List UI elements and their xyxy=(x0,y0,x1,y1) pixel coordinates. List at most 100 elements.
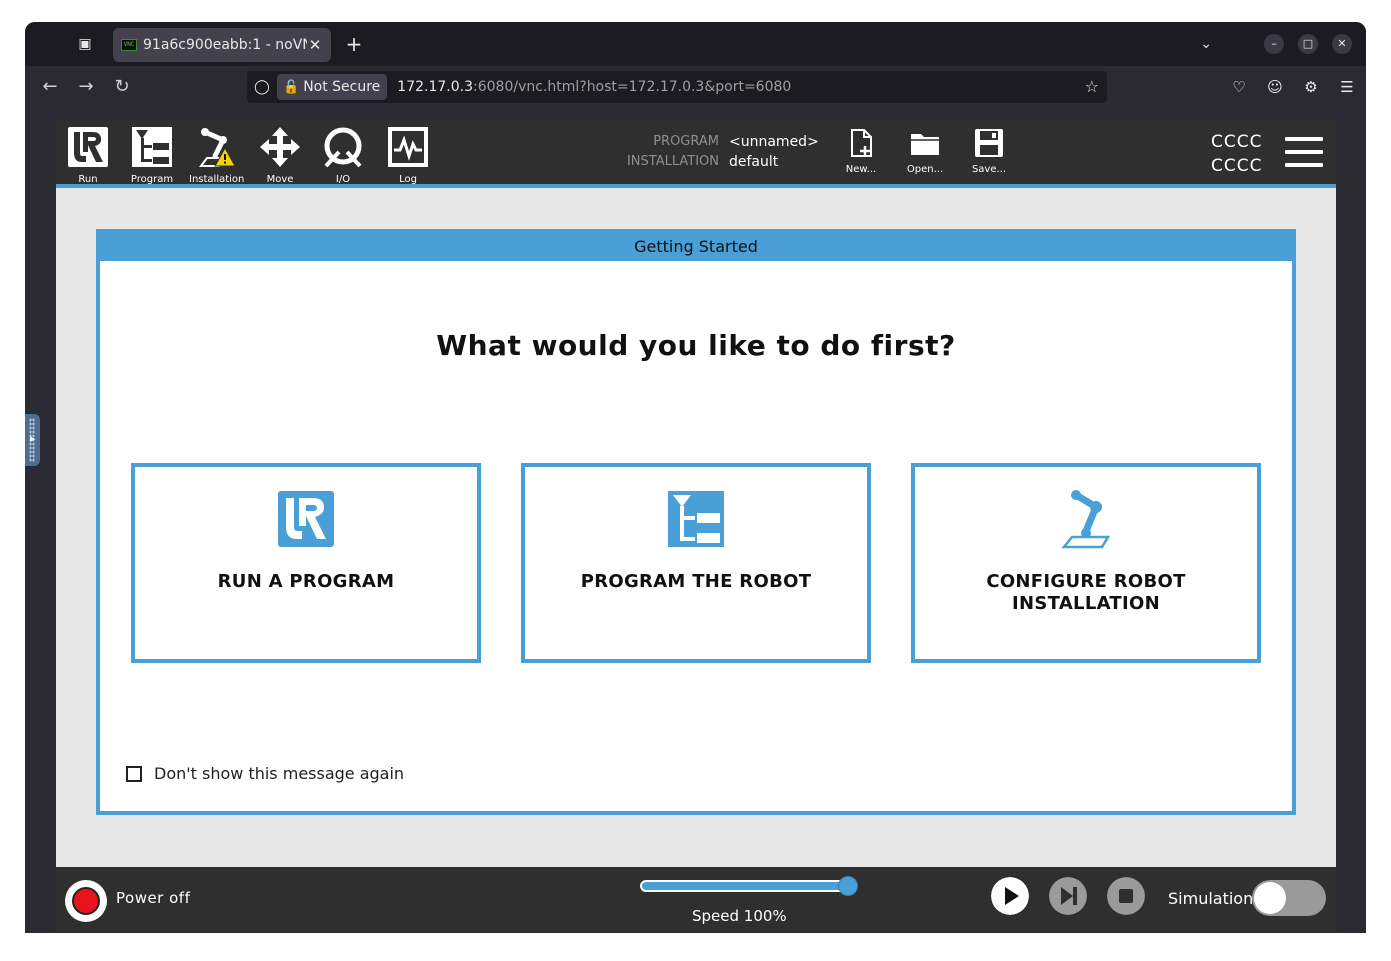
new-file-icon xyxy=(851,129,872,157)
nav-log-button[interactable]: Log xyxy=(381,126,435,185)
nav-run-label: Run xyxy=(78,174,98,185)
nav-io-label: I/O xyxy=(335,174,351,185)
polyscope-header: Run Program Installation Move I/O Log PR… xyxy=(56,120,1336,188)
getting-started-dialog: Getting Started What would you like to d… xyxy=(96,229,1296,815)
novnc-control-bar-handle[interactable]: ▶ xyxy=(25,414,40,466)
open-file-button[interactable]: Open... xyxy=(902,128,948,175)
io-icon xyxy=(324,127,362,168)
program-info: PROGRAM <unnamed> INSTALLATION default xyxy=(616,132,819,172)
new-tab-icon[interactable]: + xyxy=(343,33,365,55)
speed-slider[interactable] xyxy=(640,876,858,896)
program-key: PROGRAM xyxy=(653,134,719,149)
menu-icon[interactable]: ☰ xyxy=(1336,76,1358,98)
tab-overflow-chevron-icon[interactable]: ⌄ xyxy=(1200,36,1212,52)
move-arrows-icon xyxy=(260,127,300,167)
program-tree-icon xyxy=(668,491,724,547)
vnc-viewport: ▶ Run Program Installation Move I/O Log … xyxy=(25,108,1366,933)
minimize-icon[interactable]: – xyxy=(1264,34,1284,54)
play-button[interactable] xyxy=(991,877,1029,915)
dialog-question: What would you like to do first? xyxy=(436,329,956,362)
url-text[interactable]: 172.17.0.3:6080/vnc.html?host=172.17.0.3… xyxy=(397,79,791,95)
tab-bar: ▣ VNC 91a6c900eabb:1 - noVNC ✕ + ⌄ – □ ✕ xyxy=(25,22,1366,66)
simulation-toggle[interactable] xyxy=(1252,880,1326,916)
toolbar-right: ♡ ☺ ⚙ ☰ xyxy=(1214,76,1358,98)
browser-window: ▣ VNC 91a6c900eabb:1 - noVNC ✕ + ⌄ – □ ✕… xyxy=(25,22,1366,933)
not-secure-badge[interactable]: 🔓 Not Secure xyxy=(277,74,388,100)
step-button[interactable] xyxy=(1049,877,1087,915)
nav-log-label: Log xyxy=(399,174,417,185)
power-status-icon xyxy=(72,887,100,915)
speed-label: Speed 100% xyxy=(692,907,787,925)
vnc-favicon-icon: VNC xyxy=(121,39,137,51)
nav-installation-button[interactable]: Installation xyxy=(189,126,245,185)
new-file-button[interactable]: New... xyxy=(838,128,884,175)
save-disk-icon xyxy=(975,129,1003,157)
expand-arrow-icon: ▶ xyxy=(30,435,36,443)
configure-installation-label: CONFIGURE ROBOT INSTALLATION xyxy=(986,571,1186,614)
tab-close-icon[interactable]: ✕ xyxy=(307,36,323,54)
window-controls: ⌄ – □ ✕ xyxy=(1200,22,1366,66)
installation-name: default xyxy=(729,154,779,170)
nav-move-button[interactable]: Move xyxy=(253,126,307,185)
not-secure-label: Not Secure xyxy=(303,79,381,95)
ur-logo-icon xyxy=(278,491,334,547)
simulation-toggle-knob xyxy=(1254,882,1286,914)
ur-logo-icon xyxy=(68,127,108,167)
dont-show-again[interactable]: Don't show this message again xyxy=(126,764,404,783)
folder-icon xyxy=(911,134,939,155)
robot-arm-warning-icon xyxy=(199,128,236,167)
installation-key: INSTALLATION xyxy=(626,154,719,169)
pocket-icon[interactable]: ♡ xyxy=(1228,76,1250,98)
stop-button[interactable] xyxy=(1107,877,1145,915)
run-program-label: RUN A PROGRAM xyxy=(217,571,395,592)
robot-arm-icon xyxy=(1061,490,1111,549)
nav-program-label: Program xyxy=(130,174,174,185)
nav-move-label: Move xyxy=(266,174,294,185)
speed-slider-fill xyxy=(642,882,854,890)
simulation-label: Simulation xyxy=(1168,889,1254,908)
configure-installation-card[interactable]: CONFIGURE ROBOT INSTALLATION xyxy=(911,463,1261,663)
dont-show-label: Don't show this message again xyxy=(154,764,405,783)
nav-installation-label: Installation xyxy=(189,174,245,185)
polyscope-footer: Power off Speed 100% Simulation xyxy=(56,867,1336,933)
save-file-button[interactable]: Save... xyxy=(966,128,1012,175)
shield-icon[interactable]: ◯ xyxy=(247,79,277,95)
tab-title: 91a6c900eabb:1 - noVNC xyxy=(143,37,307,53)
status-line-2: CCCC xyxy=(1211,156,1263,176)
url-host: 172.17.0.3 xyxy=(397,79,473,95)
nav-run-button[interactable]: Run xyxy=(61,126,115,185)
reload-icon[interactable]: ↻ xyxy=(111,76,133,98)
tab-list-icon[interactable]: ▣ xyxy=(75,35,95,53)
power-button[interactable] xyxy=(65,880,107,922)
account-icon[interactable]: ☺ xyxy=(1264,76,1286,98)
polyscope-screen: Run Program Installation Move I/O Log PR… xyxy=(56,120,1336,933)
hamburger-menu-icon[interactable] xyxy=(1285,137,1323,169)
save-file-label: Save... xyxy=(971,164,1007,175)
maximize-icon[interactable]: □ xyxy=(1298,34,1318,54)
run-program-card[interactable]: RUN A PROGRAM xyxy=(131,463,481,663)
log-chart-icon xyxy=(388,127,428,167)
dialog-title: Getting Started xyxy=(100,233,1292,261)
bookmark-star-icon[interactable]: ☆ xyxy=(1085,77,1099,96)
robot-status-text: CCCC CCCC xyxy=(1211,130,1262,178)
program-tree-icon xyxy=(132,127,172,167)
program-robot-label: PROGRAM THE ROBOT xyxy=(580,571,812,592)
browser-tab[interactable]: VNC 91a6c900eabb:1 - noVNC ✕ xyxy=(113,28,331,62)
back-icon[interactable]: ← xyxy=(39,76,61,98)
insecure-lock-icon: 🔓 xyxy=(283,79,300,95)
close-window-icon[interactable]: ✕ xyxy=(1332,34,1352,54)
program-name: <unnamed> xyxy=(729,134,819,150)
dont-show-checkbox[interactable] xyxy=(126,765,142,782)
open-file-label: Open... xyxy=(906,164,944,175)
extensions-icon[interactable]: ⚙ xyxy=(1300,76,1322,98)
forward-icon[interactable]: → xyxy=(75,76,97,98)
nav-io-button[interactable]: I/O xyxy=(316,126,370,185)
nav-bar: ← → ↻ ◯ 🔓 Not Secure 172.17.0.3:6080/vnc… xyxy=(25,66,1366,108)
new-file-label: New... xyxy=(845,164,877,175)
power-label: Power off xyxy=(116,889,191,907)
nav-program-button[interactable]: Program xyxy=(125,126,179,185)
url-path: :6080/vnc.html?host=172.17.0.3&port=6080 xyxy=(473,79,792,95)
url-bar[interactable]: ◯ 🔓 Not Secure 172.17.0.3:6080/vnc.html?… xyxy=(247,71,1107,103)
program-robot-card[interactable]: PROGRAM THE ROBOT xyxy=(521,463,871,663)
speed-slider-knob[interactable] xyxy=(838,876,858,896)
